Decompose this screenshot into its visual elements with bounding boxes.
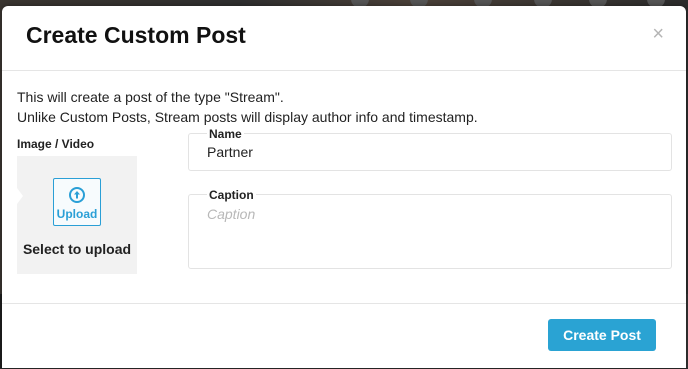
close-button[interactable]: × (652, 24, 664, 44)
upload-button[interactable]: Upload (53, 178, 101, 226)
dropzone-notch (17, 188, 23, 204)
name-input[interactable] (207, 144, 647, 160)
create-custom-post-modal: Create Custom Post × This will create a … (2, 6, 686, 368)
intro-line: This will create a post of the type "Str… (17, 89, 284, 105)
arrow-up-circle-icon (69, 187, 85, 203)
intro-line: Unlike Custom Posts, Stream posts will d… (17, 109, 478, 125)
modal-footer: Create Post (2, 303, 686, 369)
caption-field: Caption (188, 188, 672, 269)
select-to-upload-text: Select to upload (22, 241, 132, 257)
modal-header: Create Custom Post × (2, 6, 686, 71)
image-video-label: Image / Video (17, 137, 95, 151)
caption-label: Caption (207, 188, 256, 202)
name-field: Name (188, 127, 672, 171)
create-post-button[interactable]: Create Post (548, 319, 656, 351)
name-label: Name (207, 127, 244, 141)
upload-button-label: Upload (56, 207, 98, 221)
upload-dropzone[interactable]: Upload Select to upload (17, 156, 137, 274)
modal-title: Create Custom Post (26, 22, 246, 48)
intro-text: This will create a post of the type "Str… (17, 87, 478, 127)
caption-input[interactable] (207, 206, 647, 256)
